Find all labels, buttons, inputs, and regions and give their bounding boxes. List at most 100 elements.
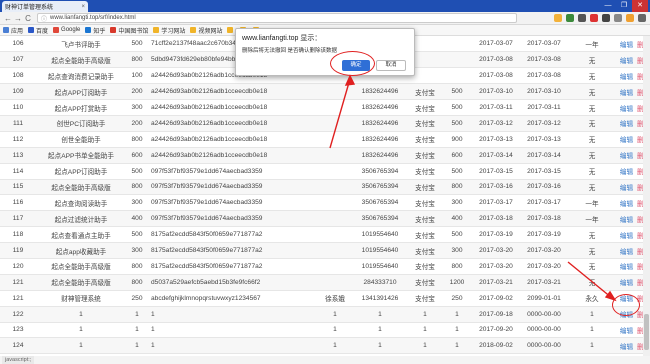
cell-amount: 400 [442, 210, 472, 228]
cell-start: 2017-03-18 [472, 210, 520, 228]
bookmark-label: 中国图书馆 [118, 28, 149, 35]
cell-id: 107 [0, 51, 36, 69]
cell-start: 2017-03-10 [472, 83, 520, 101]
cell-edit: 编辑 [616, 67, 637, 85]
cell-qq: 1019554640 [352, 258, 408, 275]
bookmark-item[interactable]: 视频网站 [190, 26, 222, 35]
cell-name: 飞卢书评助手 [36, 36, 126, 53]
cell-end: 0000-00-00 [520, 322, 568, 339]
edit-button[interactable]: 编辑 [620, 121, 633, 128]
bookmark-icon [28, 27, 35, 33]
cell-duration: 一年 [568, 210, 616, 228]
cell-start: 2017-03-16 [472, 179, 520, 196]
extension-icon[interactable] [566, 14, 574, 22]
edit-button[interactable]: 编辑 [620, 201, 633, 208]
cell-pay: 支付宝 [408, 115, 442, 132]
cell-price: 400 [126, 210, 148, 228]
bookmark-icon [53, 27, 60, 33]
edit-button[interactable]: 编辑 [620, 249, 633, 256]
extension-icon[interactable] [614, 14, 622, 22]
cell-user [318, 274, 352, 291]
edit-button[interactable]: 编辑 [620, 185, 633, 192]
cell-start: 2017-03-19 [472, 226, 520, 244]
order-table: 106 飞卢书评助手 500 71cff2e2137f48aac2c670b3415e… [0, 36, 650, 356]
cell-edit: 编辑 [616, 337, 637, 355]
edit-button[interactable]: 编辑 [620, 233, 633, 240]
cell-qq: 1 [352, 322, 408, 339]
maximize-icon[interactable]: ❐ [616, 0, 632, 12]
cell-id: 118 [0, 226, 36, 244]
reload-icon[interactable]: C [23, 14, 33, 23]
extension-icon[interactable] [578, 14, 586, 22]
cell-end: 2017-03-11 [520, 99, 568, 116]
extension-icon[interactable] [554, 14, 562, 22]
cell-pay: 支付宝 [408, 163, 442, 180]
browser-tab-bar: 财神订单管理系统 × — ❐ ✕ [0, 0, 650, 12]
extension-icon[interactable] [626, 14, 634, 22]
cell-qq: 1019554640 [352, 226, 408, 244]
cell-amount [442, 67, 472, 85]
extension-icon[interactable] [602, 14, 610, 22]
edit-button[interactable]: 编辑 [620, 106, 633, 113]
page-scrollbar[interactable] [643, 36, 650, 356]
site-info-icon[interactable]: ⓘ [41, 14, 47, 23]
tab-close-icon[interactable]: × [81, 4, 85, 10]
edit-button[interactable]: 编辑 [620, 169, 633, 176]
cell-duration: 无 [568, 274, 616, 291]
confirm-cancel-button[interactable]: 取消 [376, 60, 406, 71]
edit-button[interactable]: 编辑 [620, 328, 633, 335]
bookmark-item[interactable]: 百度 [28, 26, 48, 35]
bookmark-item[interactable]: 应用 [3, 26, 23, 35]
browser-tab[interactable]: 财神订单管理系统 × [2, 1, 88, 12]
edit-button[interactable]: 编辑 [620, 137, 633, 144]
bookmark-item[interactable]: 中国图书馆 [110, 26, 148, 35]
cell-start: 2018-09-02 [472, 337, 520, 355]
cell-edit: 编辑 [616, 83, 637, 101]
cell-id: 113 [0, 147, 36, 164]
cell-name: 1 [36, 306, 126, 323]
cell-end: 2017-03-12 [520, 115, 568, 132]
edit-button[interactable]: 编辑 [620, 90, 633, 97]
cell-duration: 无 [568, 242, 616, 259]
edit-button[interactable]: 编辑 [620, 42, 633, 49]
dialog-message: 删除后将无法撤回 是否确认删除该数据 [242, 48, 338, 54]
minimize-icon[interactable]: — [600, 0, 616, 12]
cell-key: 1 [148, 306, 318, 323]
cell-key: 1 [148, 337, 318, 355]
cell-duration: 无 [568, 83, 616, 101]
cell-price: 800 [126, 274, 148, 291]
scrollbar-thumb[interactable] [644, 314, 649, 350]
cell-price: 300 [126, 99, 148, 116]
bookmark-item[interactable]: 学习网站 [153, 26, 185, 35]
edit-button[interactable]: 编辑 [620, 74, 633, 81]
cell-user [318, 99, 352, 116]
table-row: 12411111112018-09-020000-00-001编辑删除 [0, 337, 650, 355]
status-bar: javascript:; [0, 356, 650, 364]
edit-button[interactable]: 编辑 [620, 217, 633, 224]
cell-pay: 支付宝 [408, 258, 442, 275]
cell-key: 8175af2ecdd5843f50f0659e771877a2 [148, 242, 318, 259]
url-input[interactable]: ⓘ www.lianfangti.top/srf/index.html [37, 13, 517, 23]
bookmark-item[interactable]: 知乎 [85, 26, 105, 35]
cell-amount: 1 [442, 306, 472, 323]
extension-icon[interactable] [590, 14, 598, 22]
cell-id: 119 [0, 242, 36, 259]
extension-icon[interactable] [638, 14, 646, 22]
bookmark-label: 学习网站 [161, 28, 186, 35]
cell-key: a24426d93ab0b2126adb1cceecdb0e18 [148, 83, 318, 101]
edit-button[interactable]: 编辑 [620, 153, 633, 160]
cell-end: 2017-03-20 [520, 258, 568, 275]
bookmark-item[interactable]: Google [53, 27, 80, 33]
edit-button[interactable]: 编辑 [620, 264, 633, 271]
back-icon[interactable]: ← [3, 14, 13, 23]
bookmark-label: 视频网站 [198, 28, 223, 35]
tab-title: 财神订单管理系统 [5, 5, 54, 11]
cell-qq: 1832624496 [352, 131, 408, 148]
cell-user [318, 194, 352, 212]
cell-edit: 编辑 [616, 115, 637, 132]
edit-button[interactable]: 编辑 [620, 280, 633, 287]
edit-button[interactable]: 编辑 [620, 58, 633, 65]
close-window-icon[interactable]: ✕ [632, 0, 648, 12]
forward-icon[interactable]: → [13, 14, 23, 23]
edit-button[interactable]: 编辑 [620, 344, 633, 351]
